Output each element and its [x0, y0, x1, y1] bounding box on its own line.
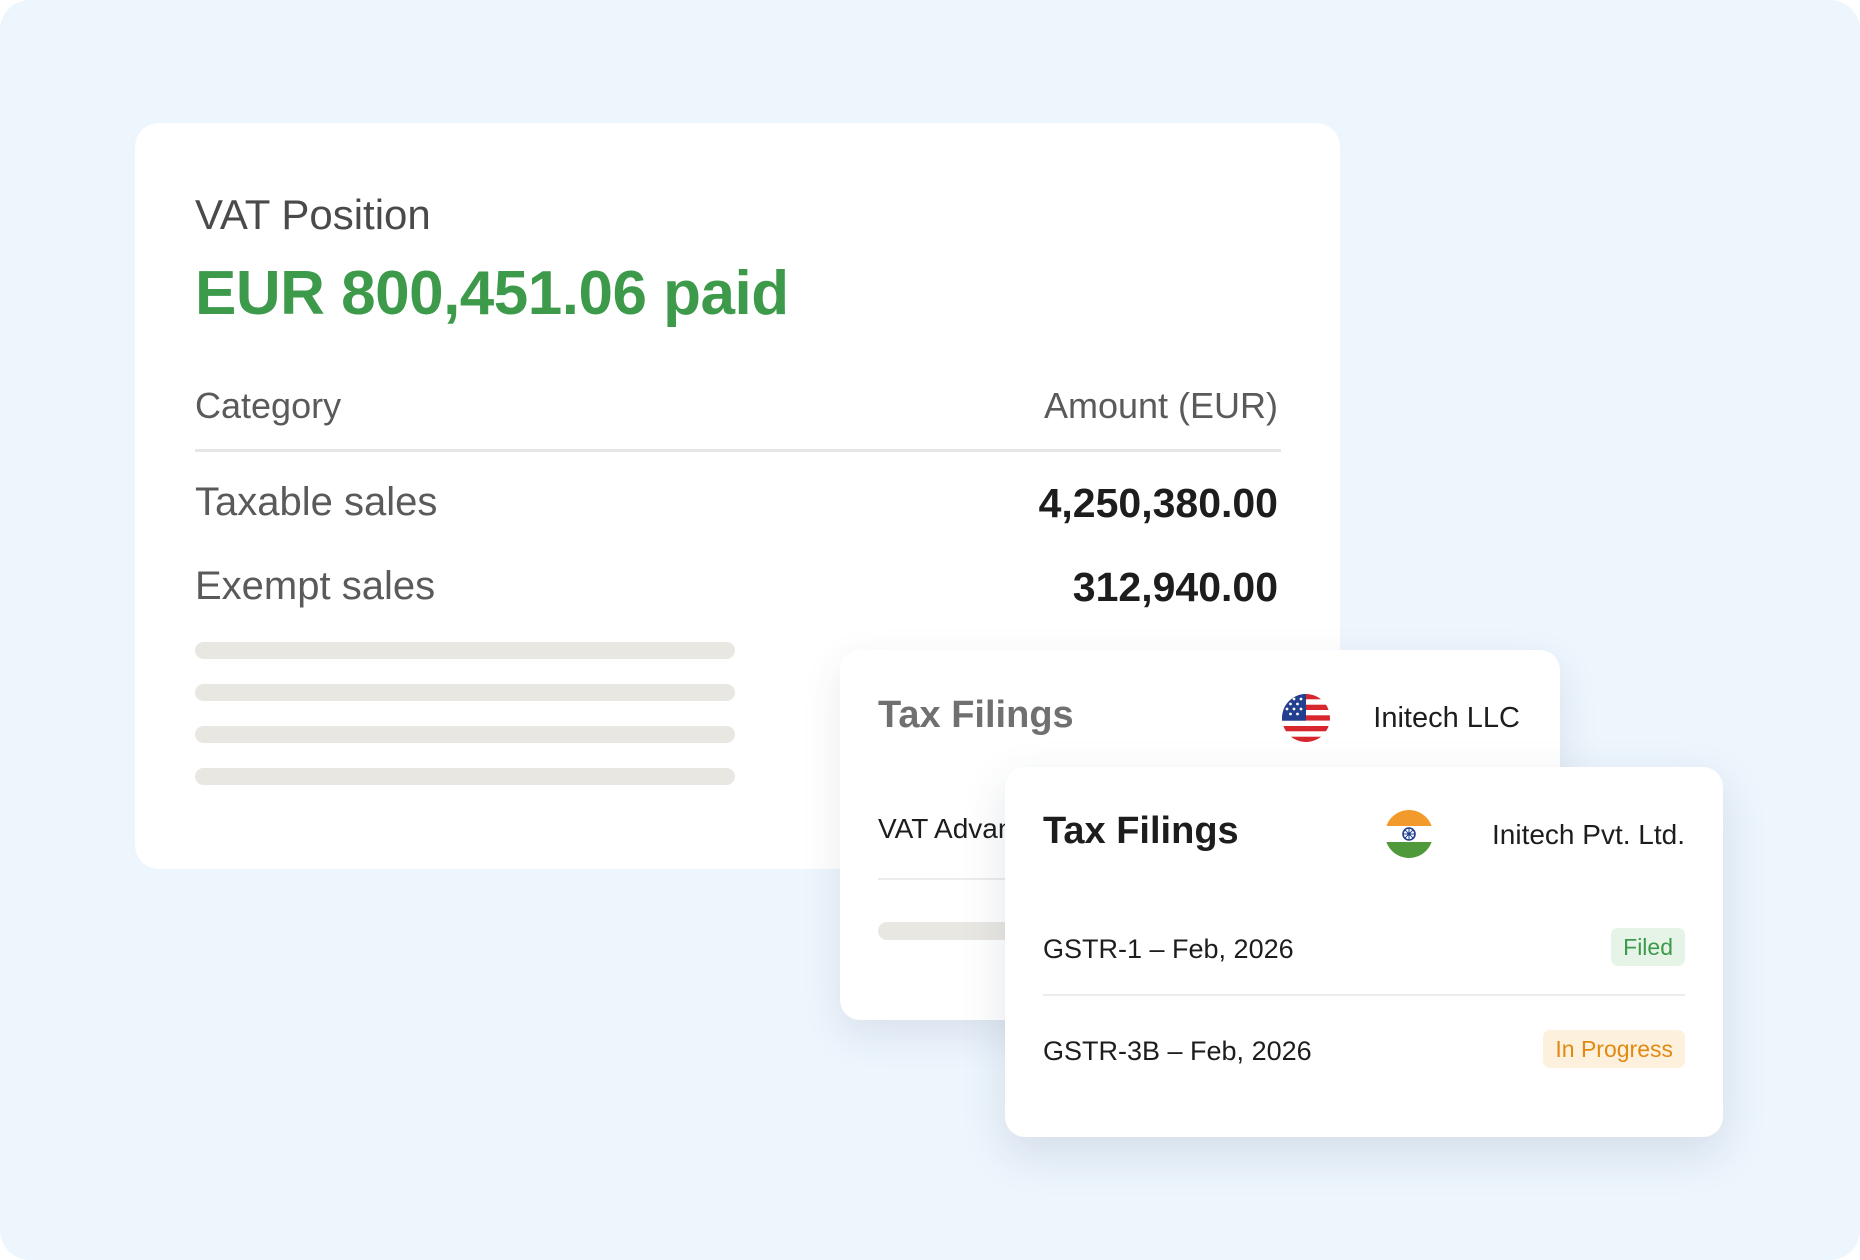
- row-category: Exempt sales: [195, 564, 436, 608]
- row-divider: [1043, 994, 1685, 996]
- row-amount: 312,940.00: [1072, 564, 1278, 610]
- category-column-header: Category: [195, 385, 342, 426]
- row-amount: 4,250,380.00: [1038, 480, 1278, 526]
- status-badge: In Progress: [1543, 1030, 1685, 1068]
- filing-row-label: GSTR-3B – Feb, 2026: [1043, 1036, 1312, 1066]
- tax-filings-title: Tax Filings: [878, 694, 1074, 736]
- vat-table-header: Category Amount (EUR): [195, 385, 1281, 452]
- vat-paid-amount: EUR 800,451.06 paid: [195, 259, 789, 328]
- skeleton-line: [195, 726, 735, 743]
- filing-row-label: GSTR-1 – Feb, 2026: [1043, 934, 1294, 964]
- entity-selector[interactable]: Initech Pvt. Ltd.: [1385, 810, 1685, 860]
- row-category: Taxable sales: [195, 480, 438, 524]
- filing-row[interactable]: GSTR-3B – Feb, 2026 In Progress: [1043, 1024, 1685, 1084]
- skeleton-line: [195, 642, 735, 659]
- table-row: Exempt sales 312,940.00: [195, 564, 1281, 614]
- skeleton-line: [195, 768, 735, 785]
- entity-name: Initech Pvt. Ltd.: [1492, 819, 1685, 850]
- skeleton-line: [195, 684, 735, 701]
- filing-row[interactable]: GSTR-1 – Feb, 2026 Filed: [1043, 922, 1685, 982]
- tax-filings-card-india: Tax Filings Initech Pvt. Ltd. GSTR-1 – F…: [1005, 767, 1723, 1137]
- vat-card-title: VAT Position: [195, 191, 431, 238]
- tax-filings-title: Tax Filings: [1043, 810, 1239, 852]
- entity-name: Initech LLC: [1373, 702, 1520, 734]
- background-canvas: VAT Position EUR 800,451.06 paid Categor…: [0, 0, 1860, 1260]
- india-flag-icon: [1385, 810, 1433, 858]
- us-flag-icon: [1282, 694, 1330, 742]
- status-badge: Filed: [1611, 928, 1685, 966]
- amount-column-header: Amount (EUR): [1043, 385, 1278, 426]
- table-row: Taxable sales 4,250,380.00: [195, 480, 1281, 530]
